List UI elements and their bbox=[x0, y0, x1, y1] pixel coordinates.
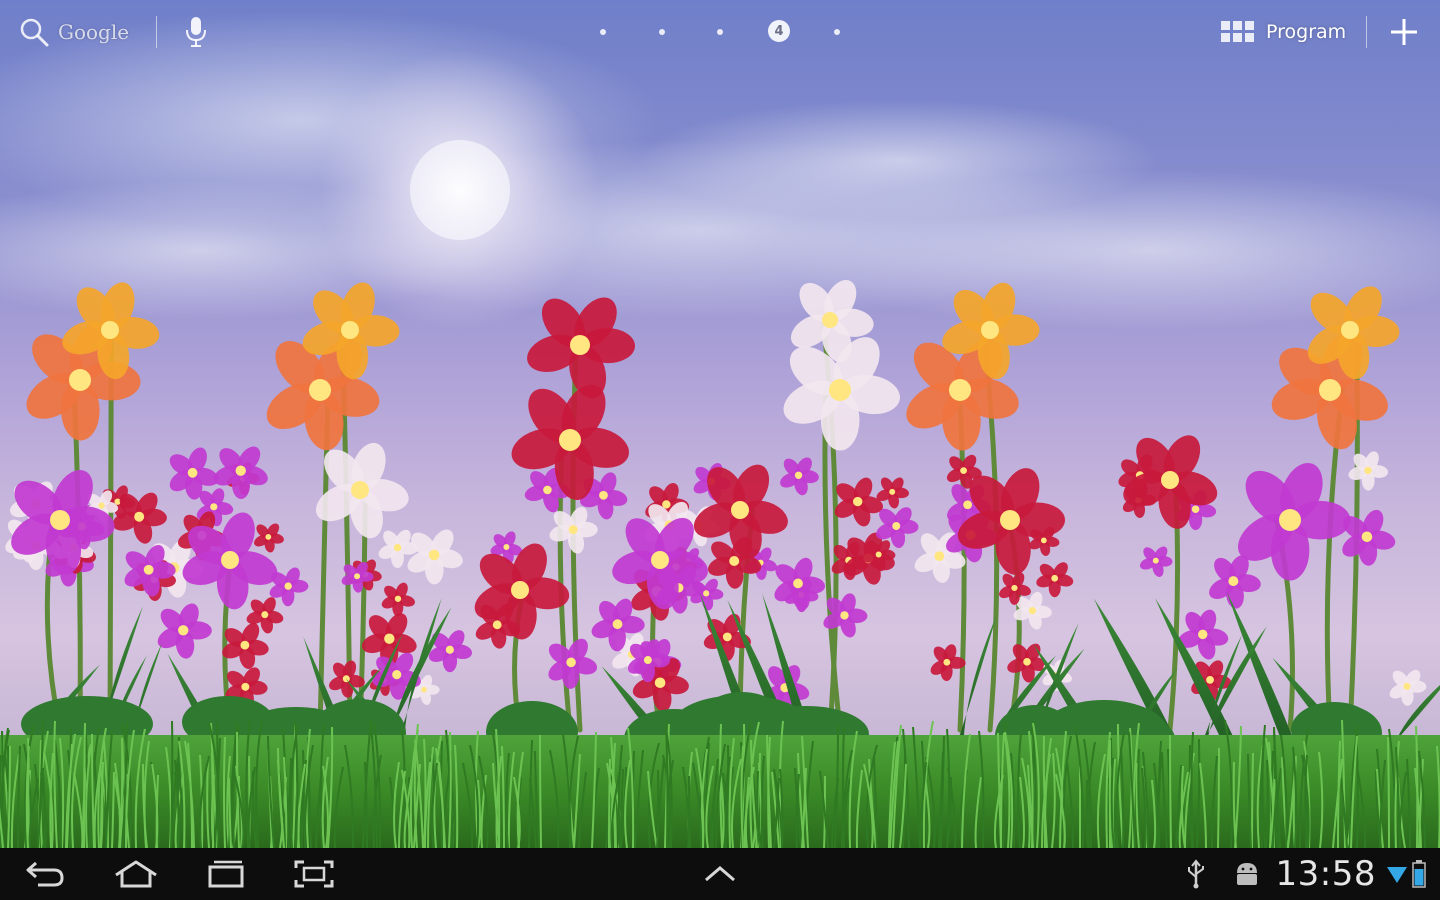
wallpaper-art bbox=[0, 10, 1440, 848]
google-search-button[interactable]: Google bbox=[18, 14, 129, 50]
usb-icon bbox=[1187, 859, 1204, 889]
battery-icon bbox=[1412, 860, 1426, 888]
orchid-small bbox=[1139, 546, 1173, 577]
page-dot-3[interactable] bbox=[717, 29, 723, 35]
add-to-home-button[interactable] bbox=[1388, 14, 1420, 50]
top-bar-divider-right bbox=[1366, 16, 1367, 48]
search-icon bbox=[20, 18, 49, 47]
top-bar-divider bbox=[156, 16, 157, 48]
status-area[interactable]: 13:58 bbox=[1184, 848, 1426, 900]
android-icon bbox=[1236, 863, 1257, 885]
page-current-indicator: 4 bbox=[768, 20, 790, 42]
orchid-small bbox=[834, 477, 883, 527]
home-page-indicator: 4 bbox=[590, 20, 850, 44]
menu-button[interactable] bbox=[690, 854, 750, 894]
wifi-icon bbox=[1387, 867, 1407, 883]
recent-apps-icon bbox=[208, 860, 244, 888]
orchid-small bbox=[1389, 669, 1427, 706]
live-wallpaper-orchids bbox=[0, 0, 1440, 848]
all-apps-label: Program bbox=[1266, 21, 1347, 43]
orchid-small bbox=[428, 630, 473, 673]
orchid-small bbox=[381, 582, 415, 617]
orchid-small bbox=[548, 638, 598, 689]
orchid-small bbox=[169, 447, 219, 500]
orchid-bloom bbox=[11, 469, 115, 575]
system-navigation-bar: 13:58 bbox=[0, 848, 1440, 900]
all-apps-button[interactable]: Program bbox=[1220, 14, 1346, 50]
orchid-small bbox=[157, 603, 212, 659]
page-dot-1[interactable] bbox=[600, 29, 606, 35]
back-button[interactable] bbox=[16, 854, 76, 894]
screenshot-button[interactable] bbox=[284, 854, 344, 894]
orchid-small bbox=[1036, 562, 1074, 598]
apps-grid-icon bbox=[1221, 21, 1254, 42]
orchid-small bbox=[254, 523, 284, 553]
recent-apps-button[interactable] bbox=[196, 854, 256, 894]
back-icon bbox=[26, 861, 64, 887]
chevron-up-icon bbox=[705, 866, 735, 882]
voice-search-button[interactable] bbox=[184, 14, 208, 50]
google-search-label: Google bbox=[58, 20, 130, 44]
orchid-small bbox=[407, 529, 463, 585]
page-dot-2[interactable] bbox=[659, 29, 665, 35]
home-screen: Google 4 Program 13:58 bbox=[0, 0, 1440, 900]
home-button[interactable] bbox=[106, 854, 166, 894]
home-icon bbox=[115, 860, 157, 888]
status-clock: 13:58 bbox=[1275, 854, 1376, 894]
microphone-icon bbox=[186, 17, 206, 47]
orchid-small bbox=[1007, 643, 1048, 683]
orchid-small bbox=[774, 557, 826, 611]
orchid-small bbox=[1348, 451, 1389, 491]
orchid-small bbox=[780, 457, 819, 496]
screenshot-icon bbox=[294, 860, 334, 888]
page-dot-5[interactable] bbox=[834, 29, 840, 35]
plus-icon bbox=[1391, 19, 1417, 45]
launcher-top-bar: Google 4 Program bbox=[0, 0, 1440, 64]
